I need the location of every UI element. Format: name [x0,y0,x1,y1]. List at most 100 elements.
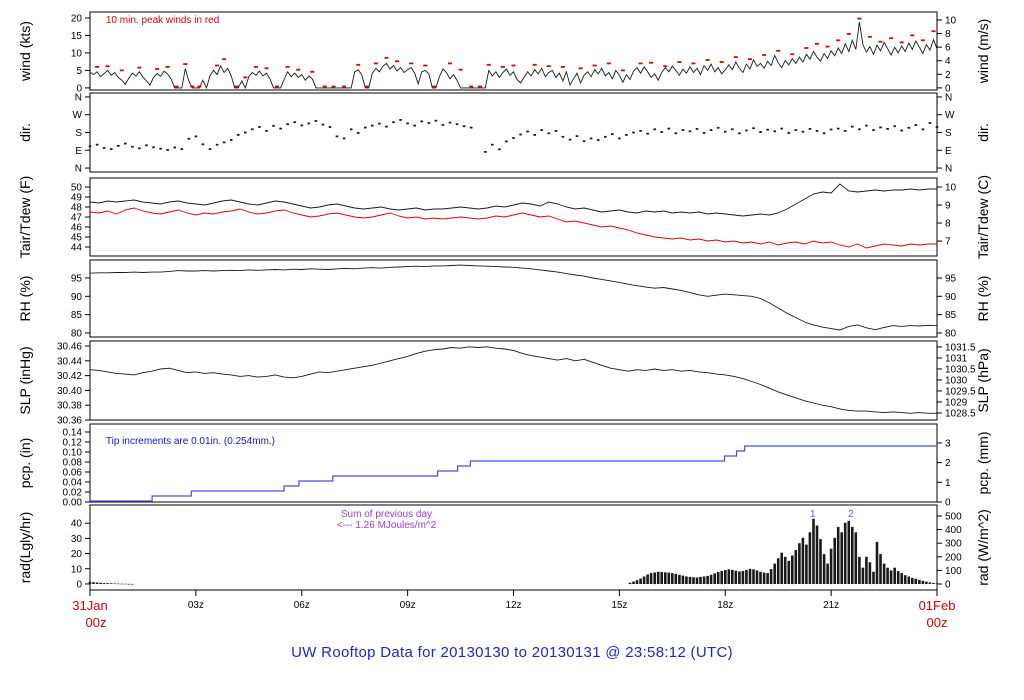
point-wind-dir-deg [759,131,762,133]
point-wind-peak-kts [469,85,474,88]
point-wind-dir-deg [801,130,805,133]
point-wind-dir-deg [406,122,409,125]
point-wind-dir-deg [152,146,155,149]
point-wind-peak-kts [825,45,830,48]
series-tdew-f [89,207,937,249]
point-wind-dir-deg [724,130,727,133]
point-wind-peak-kts [395,60,399,63]
point-wind-dir-deg [420,120,423,123]
point-wind-peak-kts [478,85,482,88]
bar-solar-rad-wm2 [755,570,759,584]
tick-label-left-pressure: 30.46 [57,342,82,353]
bar-solar-rad-wm2 [780,552,783,584]
point-wind-peak-kts [458,68,463,71]
bar-solar-rad-wm2 [664,572,667,584]
point-wind-peak-kts [331,85,336,88]
point-wind-peak-kts [899,41,904,44]
point-wind-dir-deg [639,130,642,132]
point-wind-dir-deg [547,132,551,135]
point-wind-peak-kts [546,65,551,68]
bar-solar-rad-wm2 [833,537,836,584]
tick-label-right-radiation: 400 [945,525,962,536]
axis-label-right-wind: wind (m/s) [975,19,991,85]
tick-label-right-temperature: 8 [945,219,951,230]
point-wind-peak-kts [606,62,611,65]
point-wind-dir-deg [462,125,466,128]
point-wind-peak-kts [264,67,269,70]
bar-solar-rad-wm2 [660,572,663,584]
bar-solar-rad-wm2 [801,537,805,584]
tick-label-right-direction: S [945,128,952,139]
bar-solar-rad-wm2 [116,583,120,585]
series-tair-f [89,183,937,217]
point-wind-peak-kts [222,58,227,61]
tick-label-right-pressure: 1030 [945,375,968,386]
tick-label-left-temperature: 45 [71,233,83,244]
point-wind-dir-deg [321,123,325,126]
point-wind-dir-deg [681,129,685,131]
bar-solar-rad-wm2 [879,554,882,584]
axis-label-right-temperature: Tair/Tdew (C) [975,175,991,259]
point-wind-dir-deg [596,139,600,141]
bar-solar-rad-wm2 [886,567,889,584]
bar-solar-rad-wm2 [727,569,731,584]
tick-label-right-pressure: 1030.5 [945,364,976,375]
point-wind-peak-kts [733,56,738,58]
point-wind-dir-deg [187,137,191,140]
bar-solar-rad-wm2 [702,576,706,584]
tick-label-left-temperature: 46 [71,223,83,234]
point-wind-dir-deg [116,145,120,147]
point-wind-dir-deg [900,129,903,132]
point-wind-peak-kts [365,85,369,88]
point-wind-dir-deg [194,135,198,138]
point-wind-dir-deg [265,130,268,132]
tick-label-left-pressure: 30.38 [57,401,82,412]
tick-label-right-pressure: 1031 [945,353,968,364]
point-wind-peak-kts [857,17,862,20]
point-wind-dir-deg [836,127,840,130]
point-wind-dir-deg [484,151,487,153]
point-wind-dir-deg [201,143,205,146]
bar-solar-rad-wm2 [921,580,925,585]
bar-solar-rad-wm2 [872,571,875,584]
annotation-radiation: 1 [810,509,816,520]
bar-solar-rad-wm2 [688,576,692,584]
tick-label-right-precipitation: 1 [945,478,951,489]
bar-solar-rad-wm2 [932,582,935,584]
point-wind-dir-deg [716,126,720,129]
series-pcp-accum-in [90,445,937,502]
bar-solar-rad-wm2 [819,539,822,584]
panel-frame-pressure [89,340,938,421]
bar-solar-rad-wm2 [706,575,709,585]
bar-solar-rad-wm2 [822,554,826,584]
tick-label-right-pressure: 1028.5 [945,408,976,419]
tick-label-left-humidity: 90 [71,292,83,303]
point-wind-dir-deg [879,126,882,129]
point-wind-dir-deg [582,140,586,143]
tick-label-left-radiation: 0 [76,579,82,590]
tick-label-left-direction: N [75,92,82,103]
bar-solar-rad-wm2 [699,576,702,584]
point-wind-peak-kts [790,53,795,56]
point-wind-dir-deg [766,128,769,131]
tick-label-left-temperature: 50 [71,183,83,194]
point-wind-dir-deg [222,141,226,144]
point-wind-dir-deg [385,125,388,128]
point-wind-dir-deg [540,129,543,131]
point-wind-dir-deg [865,124,868,127]
point-wind-dir-deg [335,135,339,138]
tick-label-left-precipitation: 0.06 [63,468,83,479]
tick-label-left-direction: E [75,146,82,157]
x-tick-label: 06z [294,600,310,611]
bar-solar-rad-wm2 [92,582,95,584]
tick-label-left-temperature: 49 [71,193,83,204]
annotation-precipitation: Tip increments are 0.01in. (0.254mm.) [106,436,275,447]
point-wind-peak-kts [448,62,452,65]
point-wind-peak-kts [285,66,290,68]
bar-solar-rad-wm2 [685,576,688,584]
bar-solar-rad-wm2 [911,577,914,584]
point-wind-dir-deg [314,120,318,122]
point-wind-dir-deg [491,143,494,146]
tick-label-right-precipitation: 0 [945,498,951,509]
point-wind-peak-kts [275,85,279,88]
